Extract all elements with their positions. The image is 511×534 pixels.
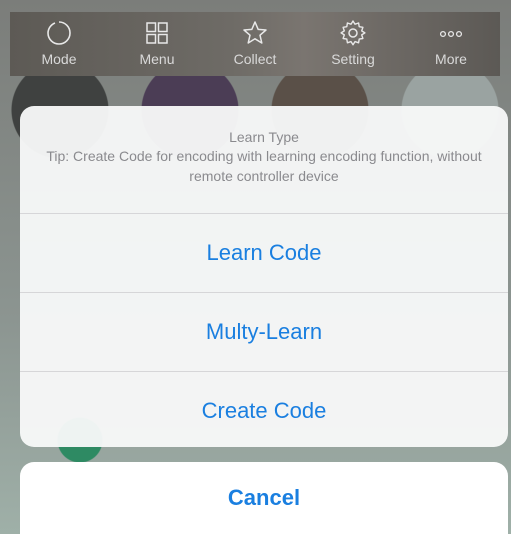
- toolbar-item-label: Collect: [233, 51, 277, 67]
- action-sheet-tip: Tip: Create Code for encoding with learn…: [46, 148, 482, 184]
- gear-icon: [340, 20, 366, 46]
- menu-grid-icon: [146, 22, 168, 44]
- toolbar-item-label: Menu: [139, 51, 175, 67]
- toolbar-item-setting[interactable]: Setting: [304, 12, 402, 76]
- action-sheet-header: Learn Type Tip: Create Code for encoding…: [20, 106, 508, 214]
- create-code-button[interactable]: Create Code: [20, 372, 508, 447]
- toolbar-item-more[interactable]: More: [402, 12, 500, 76]
- mode-icon: [47, 21, 71, 45]
- toolbar-item-label: Setting: [331, 51, 375, 67]
- toolbar-item-collect[interactable]: Collect: [206, 12, 304, 76]
- top-toolbar: Mode Menu Collect Setting More: [10, 12, 500, 76]
- cancel-button[interactable]: Cancel: [20, 462, 508, 534]
- toolbar-item-label: More: [435, 51, 467, 67]
- app-screen: Mode Menu Collect Setting More Learn Typ…: [0, 0, 511, 534]
- learn-code-button[interactable]: Learn Code: [20, 214, 508, 293]
- toolbar-item-mode[interactable]: Mode: [10, 12, 108, 76]
- multy-learn-button[interactable]: Multy-Learn: [20, 293, 508, 372]
- toolbar-item-menu[interactable]: Menu: [108, 12, 206, 76]
- more-dots-icon: [439, 30, 463, 38]
- toolbar-item-label: Mode: [41, 51, 77, 67]
- star-icon: [243, 21, 267, 44]
- action-sheet-title: Learn Type: [229, 129, 299, 145]
- learn-type-action-sheet: Learn Type Tip: Create Code for encoding…: [20, 106, 508, 447]
